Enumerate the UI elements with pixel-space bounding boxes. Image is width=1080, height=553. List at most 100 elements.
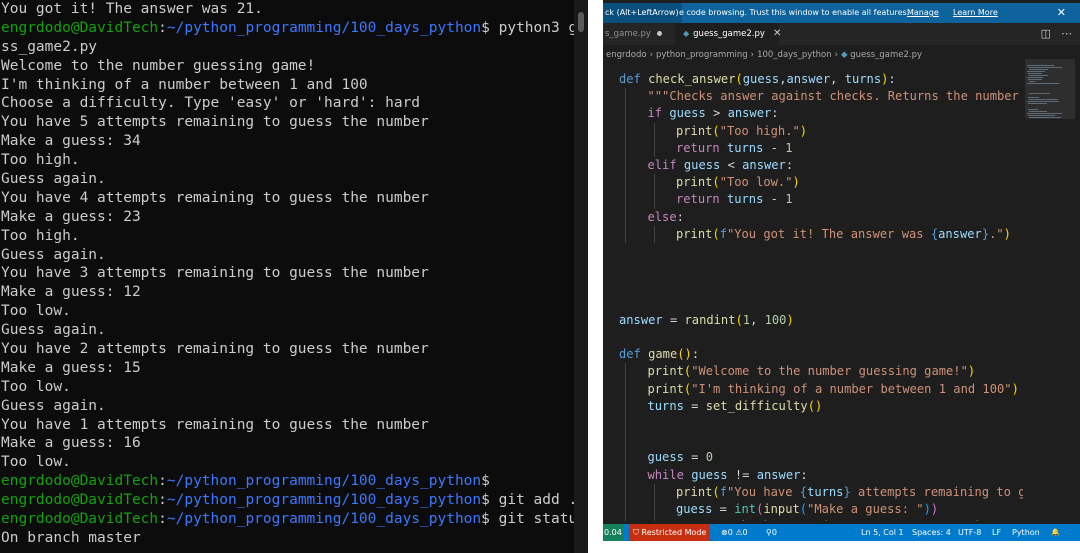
banner-close-icon[interactable]: ✕ (1057, 3, 1066, 23)
minimap-line (1028, 115, 1056, 116)
code-token: = (683, 398, 706, 413)
vscode-window: ck (Alt+LeftArrow) e code browsing. Trus… (603, 0, 1080, 553)
split-editor-icon[interactable]: ◫ (1041, 27, 1051, 40)
terminal-text: ~/python_programming/100_days_python (166, 511, 482, 528)
ports-indicator[interactable]: ⚲0 (766, 524, 777, 541)
problems-indicator[interactable]: ⊗0 ⚠0 (721, 524, 748, 541)
minimap-line (1028, 67, 1062, 68)
terminal-text: engrdodo@DavidTech (1, 511, 159, 528)
minimap-line (1028, 73, 1043, 74)
code-token: if (647, 106, 670, 121)
tab-close-icon[interactable]: ✕ (773, 28, 781, 39)
code-line: def check_answer(guess,answer, turns): (619, 71, 896, 88)
breadcrumb-item[interactable]: 100_days_python (757, 50, 832, 60)
tab-label: s_game.py (605, 29, 651, 39)
breadcrumb-item[interactable]: python_programming (656, 50, 748, 60)
code-token: { (799, 484, 808, 499)
code-token: turns (647, 398, 684, 413)
notifications-bell-icon[interactable]: 🔔 (1051, 524, 1060, 541)
tab-guess-game2[interactable]: ◆ guess_game2.py ✕ (675, 23, 781, 45)
language-mode[interactable]: Python (1012, 524, 1040, 541)
terminal-text: On branch master (1, 529, 141, 546)
terminal-panel[interactable]: You got it! The answer was 21. engrdodo@D… (0, 0, 588, 553)
minimap[interactable] (1023, 59, 1080, 524)
remote-indicator[interactable]: 0.04 (603, 524, 623, 541)
code-line: print("I'm thinking of a number between … (648, 381, 1019, 398)
terminal-text: Guess again. (1, 171, 106, 188)
terminal-scroll-thumb[interactable] (578, 12, 584, 32)
minimap-line (1028, 109, 1038, 110)
breadcrumb: engrdodo › python_programming › 100_days_pyt… (603, 45, 1080, 65)
restricted-mode-indicator[interactable]: ⛉ Restricted Mode (629, 524, 711, 541)
code-token: else (647, 209, 677, 224)
code-line: print("Too high.") (676, 123, 807, 140)
terminal-scrollbar[interactable] (574, 0, 588, 553)
terminal-line: I'm thinking of a number between 1 and 1… (0, 76, 588, 95)
terminal-text: Too low. (1, 378, 71, 395)
learn-more-link[interactable]: Learn More (953, 3, 998, 23)
manage-link[interactable]: Manage (907, 3, 939, 23)
code-token: : (888, 72, 896, 86)
code-token: set_difficulty (705, 398, 808, 413)
code-token: ) (1003, 226, 1011, 241)
minimap-line (1029, 81, 1036, 82)
code-token: print (676, 484, 713, 499)
indentation[interactable]: Spaces: 4 (912, 524, 951, 541)
terminal-text: engrdodo@DavidTech (1, 19, 159, 36)
code-token: answer (880, 519, 924, 521)
restricted-mode-label: Restricted Mode (641, 528, 707, 537)
code-line: elif guess < answer: (648, 157, 794, 174)
terminal-text: You have 5 attempts remaining to guess t… (1, 114, 429, 131)
end-of-line[interactable]: LF (992, 524, 1001, 541)
minimap-line (1029, 99, 1058, 100)
code-token: turns (676, 519, 712, 521)
terminal-text: Guess again. (1, 246, 106, 263)
code-token: f (719, 484, 727, 499)
encoding[interactable]: UTF-8 (958, 524, 981, 541)
code-line: if guess > answer: (648, 105, 779, 122)
terminal-line: Make a guess: 12 (0, 283, 588, 302)
code-token: , (750, 312, 765, 327)
terminal-text: Make a guess: 16 (1, 435, 141, 452)
more-actions-icon[interactable]: ⋯ (1061, 27, 1072, 40)
restricted-mode-banner: ck (Alt+LeftArrow) e code browsing. Trus… (603, 3, 1080, 23)
breadcrumb-item[interactable]: guess_game2.py (850, 50, 922, 60)
code-token: 1 (785, 192, 793, 207)
code-token: 1 (742, 312, 751, 327)
code-token: ( (799, 502, 808, 516)
tab-guess-game[interactable]: s_game.py (603, 23, 675, 45)
code-token: != (727, 467, 757, 482)
code-line: turns = check_answer(guess, answer, turn… (676, 518, 982, 521)
back-tooltip: ck (Alt+LeftArrow) (603, 3, 682, 23)
code-token: "You have (726, 484, 800, 499)
status-bar: 0.04 ⛉ Restricted Mode ⊗0 ⚠0 ⚲0 Ln 5, Co… (603, 524, 1080, 541)
indent-guide (625, 363, 626, 521)
code-token: print (647, 381, 684, 396)
breadcrumb-item[interactable]: engrdodo (606, 50, 647, 60)
code-token: turns (726, 192, 764, 207)
code-token: ) (975, 519, 982, 521)
code-token: turns (807, 484, 844, 499)
terminal-text: engrdodo@DavidTech (1, 473, 159, 490)
code-token: ) (786, 312, 794, 327)
code-token: : (771, 106, 779, 121)
indent-guide (653, 174, 655, 209)
terminal-text: You have 1 attempts remaining to guess t… (1, 416, 429, 433)
cursor-position[interactable]: Ln 5, Col 1 (861, 524, 904, 541)
code-token: print (676, 226, 713, 241)
code-token: turns (726, 140, 764, 155)
terminal-line: Guess again. (0, 397, 588, 416)
terminal-text: You got it! The answer was 21. (1, 1, 263, 17)
code-token: guess (691, 467, 728, 482)
code-token: def (619, 72, 649, 86)
code-line: return turns - 1 (676, 191, 793, 208)
minimap-line (1027, 77, 1043, 78)
editor-tab-bar: s_game.py ◆ guess_game2.py ✕ ◫ ⋯ (603, 23, 1080, 45)
code-token: def (619, 347, 649, 362)
terminal-text: You have 2 attempts remaining to guess t… (1, 341, 429, 358)
code-token: "Welcome to the number guessing game!" (691, 364, 968, 379)
terminal-line: Make a guess: 34 (0, 132, 588, 151)
code-token: print (676, 123, 713, 138)
minimap-slider[interactable] (1025, 59, 1075, 119)
code-editor[interactable]: def check_answer(guess,answer, turns): ""… (603, 71, 1023, 521)
